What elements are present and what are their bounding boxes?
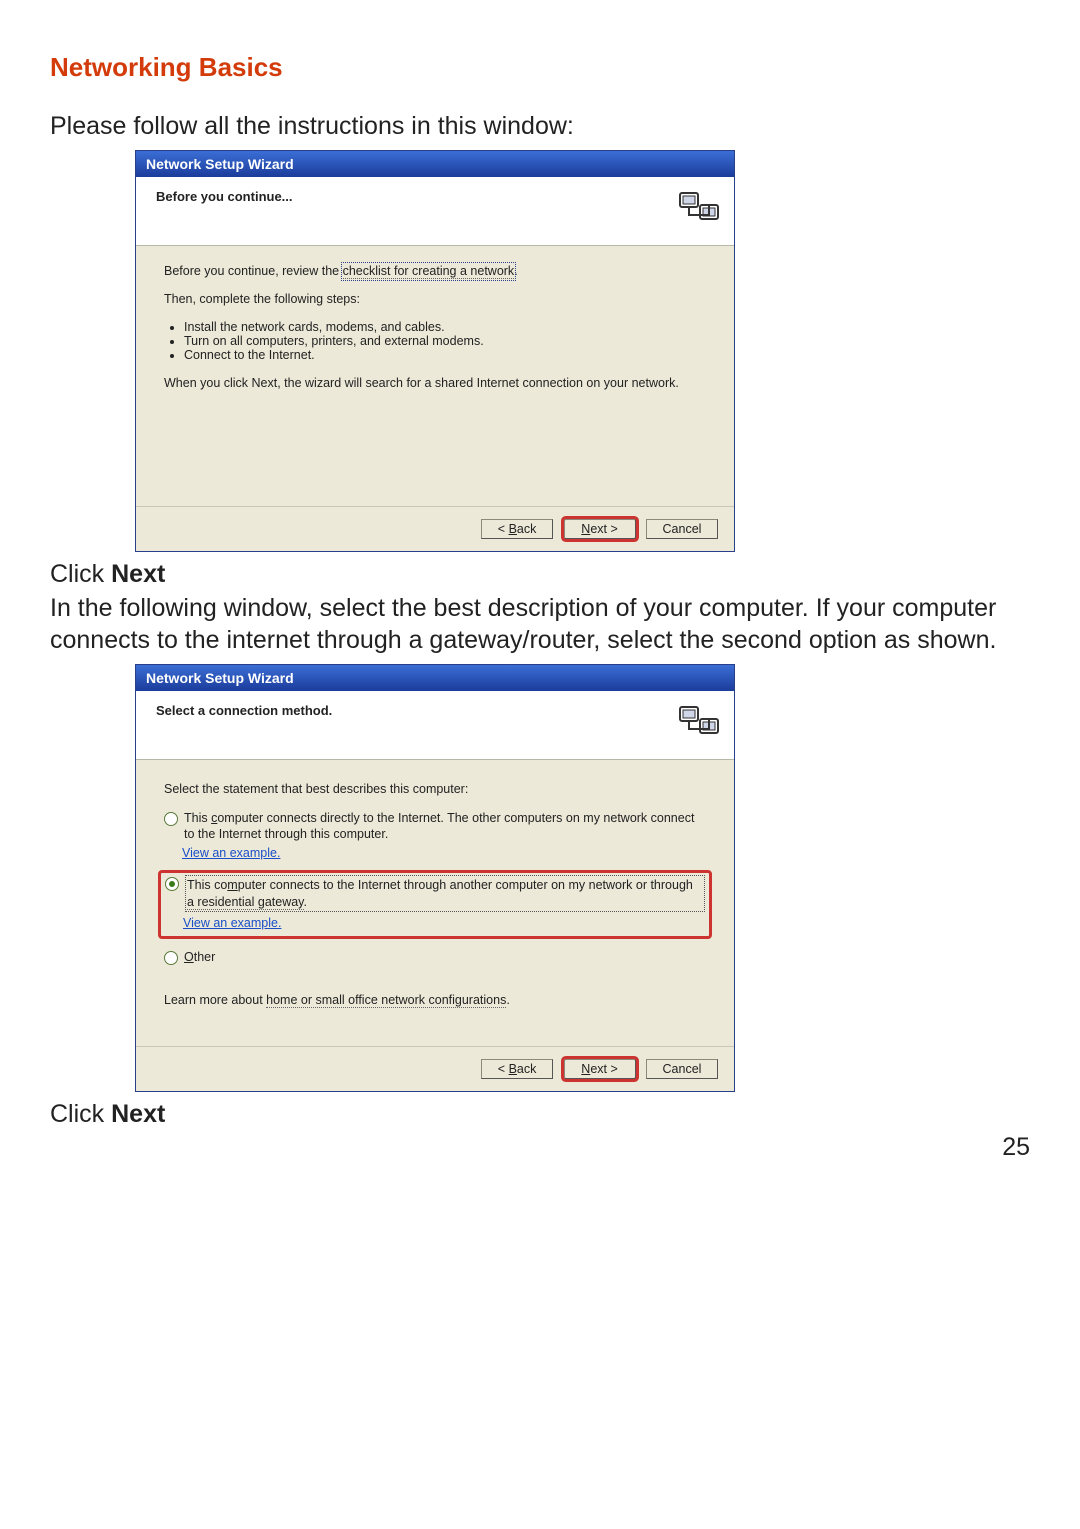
text-bold: Next [111, 560, 165, 588]
computers-network-icon [678, 187, 722, 231]
wizard-dialog-connection-method: Network Setup Wizard Select a connection… [135, 664, 735, 1092]
dialog-header: Select a connection method. [136, 691, 734, 760]
next-button[interactable]: Next > [564, 1059, 636, 1079]
text: Before you continue, review the [164, 264, 343, 278]
learn-more-link[interactable]: home or small office network configurati… [266, 993, 506, 1008]
select-statement-prompt: Select the statement that best describes… [164, 782, 706, 796]
dialog-titlebar: Network Setup Wizard [136, 665, 734, 691]
next-button[interactable]: Next > [564, 519, 636, 539]
view-example-link[interactable]: View an example. [183, 916, 281, 930]
section-title: Networking Basics [50, 52, 1030, 83]
click-next-1: Click Next [50, 560, 1030, 589]
intro-text: Please follow all the instructions in th… [50, 111, 1030, 142]
back-button[interactable]: < Back [481, 519, 553, 539]
dialog-content: Select the statement that best describes… [136, 760, 734, 1046]
option-direct-connection[interactable]: This computer connects directly to the I… [164, 810, 706, 843]
page-number: 25 [50, 1133, 1030, 1162]
wizard-note: When you click Next, the wizard will sea… [164, 376, 706, 390]
option-through-gateway[interactable]: This computer connects to the Internet t… [165, 875, 705, 912]
dialog-button-bar: < Back Next > Cancel [136, 506, 734, 551]
step-item: Turn on all computers, printers, and ext… [184, 334, 706, 348]
dialog-header: Before you continue... [136, 177, 734, 246]
view-example-link[interactable]: View an example. [182, 846, 280, 860]
dialog-titlebar: Network Setup Wizard [136, 151, 734, 177]
step-item: Install the network cards, modems, and c… [184, 320, 706, 334]
steps-list: Install the network cards, modems, and c… [164, 320, 706, 362]
learn-more-line: Learn more about home or small office ne… [164, 993, 706, 1007]
text: Click [50, 1100, 111, 1128]
option-other[interactable]: Other [164, 949, 706, 965]
radio-label: This computer connects directly to the I… [184, 810, 706, 843]
text: . [506, 993, 509, 1007]
radio-icon [165, 877, 179, 891]
middle-paragraph: In the following window, select the best… [50, 593, 1030, 656]
dialog-header-title: Select a connection method. [156, 701, 678, 718]
text: . [514, 264, 517, 278]
option-highlight: This computer connects to the Internet t… [158, 870, 712, 939]
dialog-header-title: Before you continue... [156, 187, 678, 204]
then-complete-line: Then, complete the following steps: [164, 292, 706, 306]
text-bold: Next [111, 1100, 165, 1128]
radio-label: Other [184, 949, 706, 965]
radio-icon [164, 951, 178, 965]
click-next-2: Click Next [50, 1100, 1030, 1129]
radio-label: This computer connects to the Internet t… [185, 875, 705, 912]
cancel-button[interactable]: Cancel [646, 519, 718, 539]
dialog-content: Before you continue, review the checklis… [136, 246, 734, 506]
back-button[interactable]: < Back [481, 1059, 553, 1079]
dialog-button-bar: < Back Next > Cancel [136, 1046, 734, 1091]
cancel-button[interactable]: Cancel [646, 1059, 718, 1079]
checklist-link[interactable]: checklist for creating a network [343, 264, 515, 279]
review-checklist-line: Before you continue, review the checklis… [164, 264, 706, 278]
step-item: Connect to the Internet. [184, 348, 706, 362]
wizard-dialog-before-continue: Network Setup Wizard Before you continue… [135, 150, 735, 552]
computers-network-icon [678, 701, 722, 745]
text: Learn more about [164, 993, 266, 1007]
radio-icon [164, 812, 178, 826]
text: Click [50, 560, 111, 588]
